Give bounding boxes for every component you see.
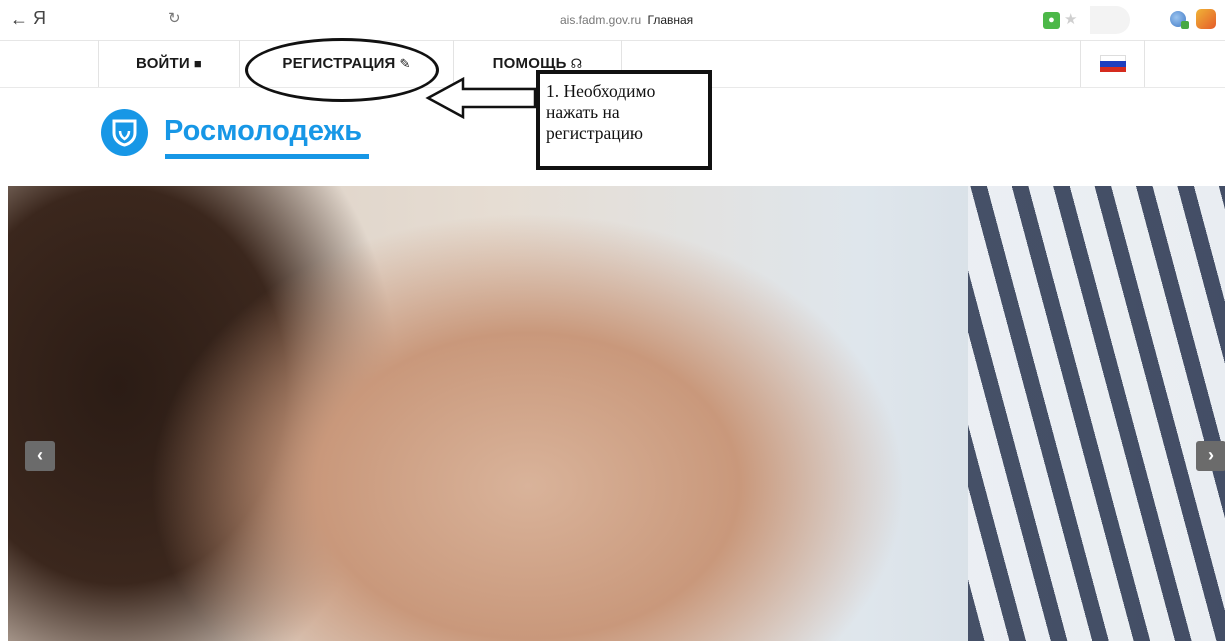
back-icon[interactable]: ← [10, 9, 28, 30]
annotation-callout: 1. Необходимо нажать на регистрацию [536, 70, 712, 170]
logo-text: Росмолодежь [164, 115, 363, 147]
annotation-ellipse [245, 38, 439, 102]
login-link[interactable]: ВОЙТИ ■ [98, 40, 240, 87]
address-bar-end [1090, 6, 1130, 34]
language-selector[interactable] [1080, 40, 1145, 87]
login-label: ВОЙТИ [136, 55, 190, 72]
annotation-arrow-icon [425, 76, 537, 120]
shield-icon [101, 109, 148, 156]
hero-carousel-image: ‹ › [8, 186, 1225, 641]
striped-shirt [968, 186, 1225, 641]
carousel-prev-button[interactable]: ‹ [25, 441, 55, 471]
carousel-next-button[interactable]: › [1196, 441, 1225, 471]
lock-icon: ■ [193, 56, 202, 71]
logo-underline [165, 154, 369, 159]
browser-brand-icon[interactable]: Я [33, 8, 46, 29]
lock-icon[interactable]: ● [1043, 12, 1060, 29]
url-page-title: Главная [647, 13, 694, 27]
star-icon[interactable]: ★ [1064, 10, 1077, 28]
url-domain: ais.fadm.gov.ru [560, 13, 642, 27]
reload-icon[interactable]: ↻ [168, 9, 181, 27]
address-bar[interactable]: ais.fadm.gov.ru Главная [560, 13, 693, 27]
extension-puzzle-icon[interactable] [1196, 9, 1216, 29]
browser-toolbar: ← Я ↻ ais.fadm.gov.ru Главная ● ★ [0, 0, 1225, 41]
extension-globe-icon[interactable] [1170, 11, 1189, 29]
callout-text: 1. Необходимо нажать на регистрацию [546, 81, 656, 143]
russia-flag-icon [1099, 55, 1126, 72]
